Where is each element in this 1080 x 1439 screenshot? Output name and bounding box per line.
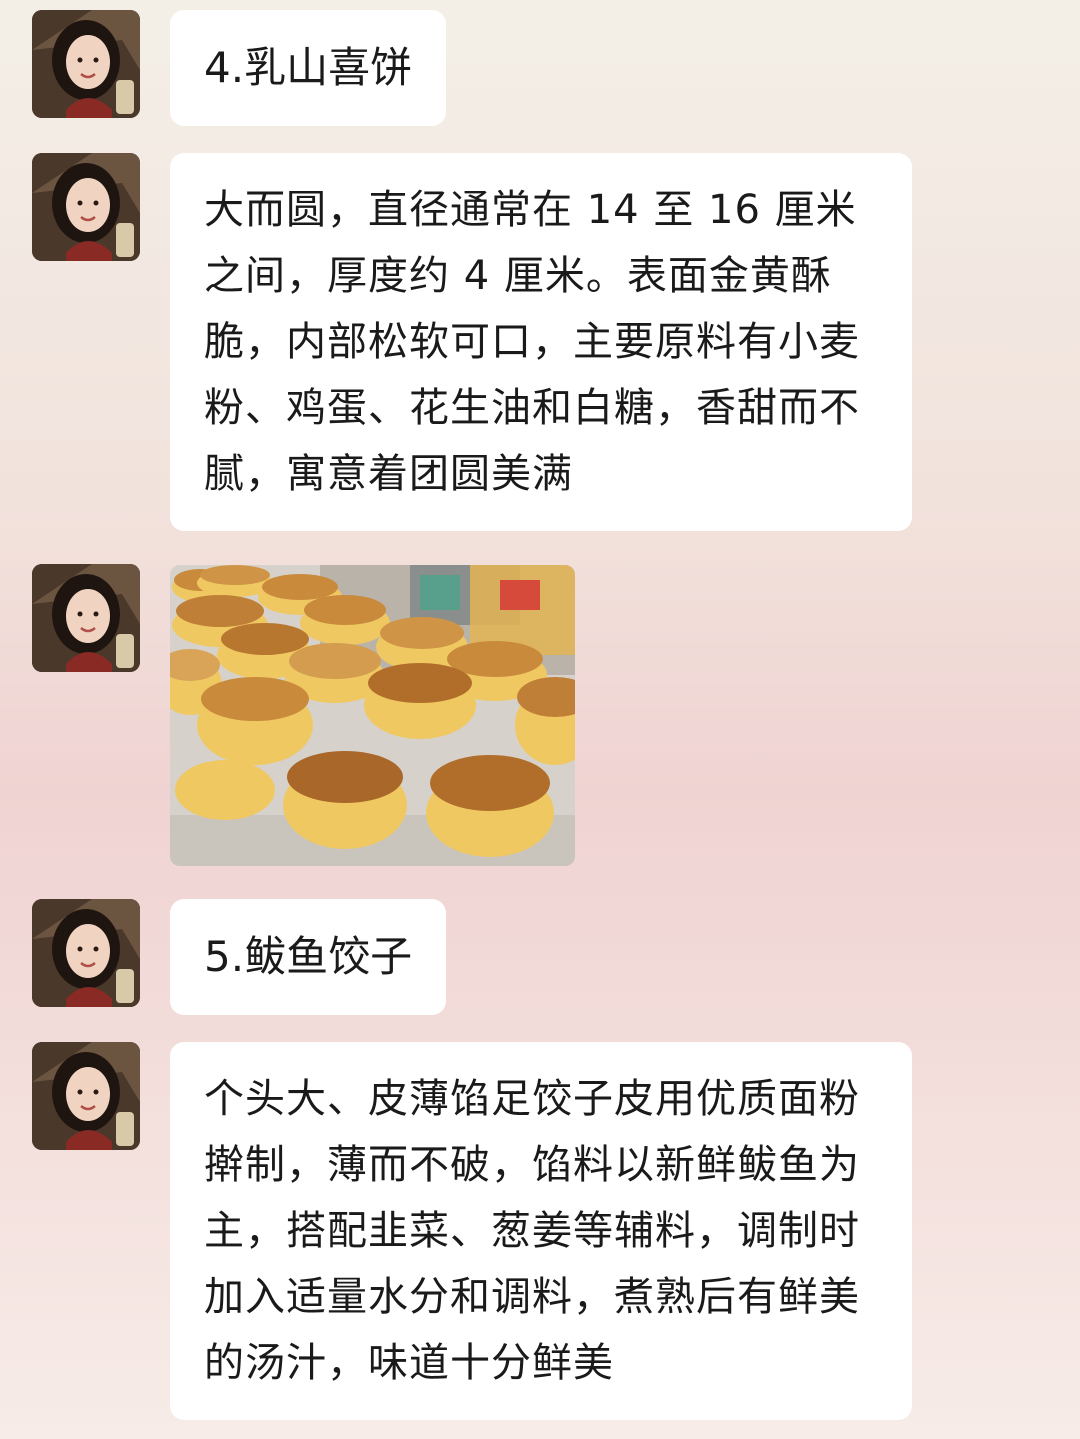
message-text: 5.鲅鱼饺子 (204, 932, 413, 981)
sender-avatar[interactable] (32, 153, 140, 261)
sender-avatar[interactable] (32, 564, 140, 672)
sender-avatar[interactable] (32, 899, 140, 1007)
message-bubble[interactable]: 大而圆，直径通常在 14 至 16 厘米之间，厚度约 4 厘米。表面金黄酥脆，内… (170, 153, 912, 531)
message-bubble[interactable]: 5.鲅鱼饺子 (170, 899, 447, 1015)
message-bubble[interactable]: 个头大、皮薄馅足饺子皮用优质面粉擀制，薄而不破，馅料以新鲜鲅鱼为主，搭配韭菜、葱… (170, 1042, 912, 1420)
sender-avatar[interactable] (32, 10, 140, 118)
chat-view: 4.乳山喜饼 大而圆，直径通常在 14 至 16 厘米之间，厚度约 4 厘米。表… (0, 0, 1080, 1439)
message-bubble[interactable]: 4.乳山喜饼 (170, 10, 447, 126)
sender-avatar[interactable] (32, 1042, 140, 1150)
message-text: 大而圆，直径通常在 14 至 16 厘米之间，厚度约 4 厘米。表面金黄酥脆，内… (204, 187, 860, 497)
message-image[interactable] (170, 565, 575, 866)
message-text: 4.乳山喜饼 (204, 43, 413, 92)
message-text: 个头大、皮薄馅足饺子皮用优质面粉擀制，薄而不破，馅料以新鲜鲅鱼为主，搭配韭菜、葱… (204, 1076, 860, 1386)
cake-photo (170, 565, 575, 866)
